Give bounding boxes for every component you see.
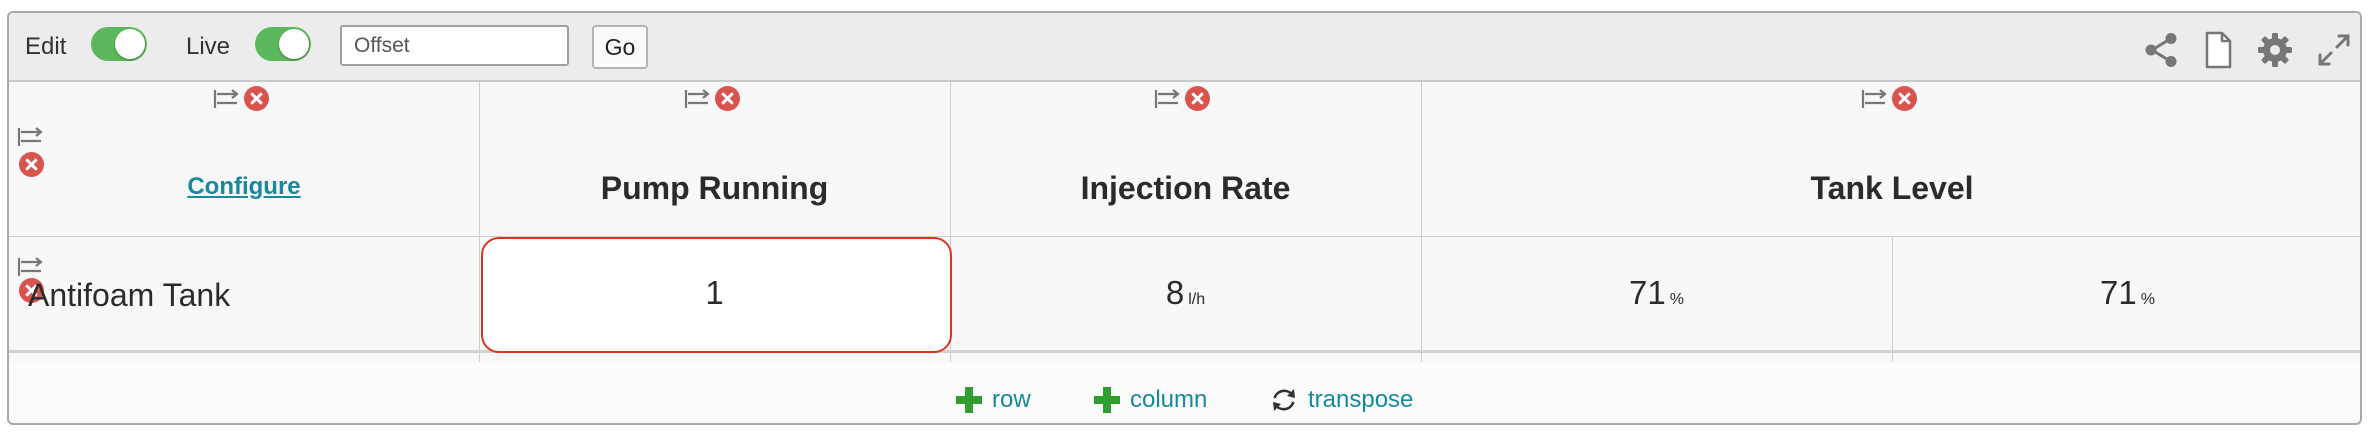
cell-unit: % bbox=[1669, 291, 1684, 308]
remove-column-icon[interactable] bbox=[1892, 86, 1917, 111]
column-header-tank-level: Tank Level bbox=[1810, 170, 1974, 206]
live-label: Live bbox=[186, 33, 231, 60]
remove-column-icon[interactable] bbox=[244, 86, 269, 111]
edit-label: Edit bbox=[25, 33, 67, 60]
expand-icon[interactable] bbox=[2315, 31, 2353, 69]
swap-arrows-icon[interactable] bbox=[684, 88, 712, 110]
go-button[interactable]: Go bbox=[592, 25, 648, 69]
offset-input[interactable] bbox=[340, 25, 569, 66]
row-label-antifoam-tank: Antifoam Tank bbox=[28, 277, 231, 313]
plus-icon bbox=[1094, 387, 1120, 413]
column-header-pump-running: Pump Running bbox=[600, 170, 829, 206]
cell-value: 8 bbox=[1165, 274, 1185, 311]
refresh-icon bbox=[1273, 389, 1295, 411]
share-icon[interactable] bbox=[2142, 31, 2180, 69]
cell-unit: % bbox=[2140, 291, 2155, 308]
document-icon[interactable] bbox=[2199, 31, 2237, 69]
add-column-button[interactable]: column bbox=[1094, 386, 1207, 414]
corner-column-controls bbox=[213, 86, 269, 111]
remove-column-icon[interactable] bbox=[715, 86, 740, 111]
column-header-injection-rate: Injection Rate bbox=[1080, 170, 1291, 206]
column-controls bbox=[684, 86, 740, 111]
cell-value: 71 bbox=[2100, 274, 2137, 311]
live-toggle[interactable] bbox=[255, 27, 311, 61]
configure-link[interactable]: Configure bbox=[9, 173, 479, 201]
header-row-controls bbox=[17, 126, 45, 177]
grid-divider bbox=[479, 82, 480, 362]
edit-toggle[interactable] bbox=[91, 27, 147, 61]
remove-column-icon[interactable] bbox=[1185, 86, 1210, 111]
grid-divider bbox=[9, 236, 2360, 237]
swap-arrows-icon[interactable] bbox=[213, 88, 241, 110]
data-grid: Configure Pump Running Injection Rate Ta… bbox=[9, 82, 2360, 362]
cell-value-injection-rate[interactable]: 8 l/h bbox=[950, 274, 1421, 312]
cell-value-tank-level-2[interactable]: 71% bbox=[1892, 274, 2360, 312]
transpose-button[interactable]: transpose bbox=[1270, 386, 1413, 414]
transpose-label: transpose bbox=[1308, 386, 1414, 413]
swap-arrows-icon[interactable] bbox=[17, 256, 45, 278]
plus-icon bbox=[956, 387, 982, 413]
table-actions: row column transpose bbox=[9, 362, 2360, 423]
toolbar: Edit Live Go bbox=[9, 13, 2360, 82]
column-controls bbox=[1154, 86, 1210, 111]
cell-value-tank-level[interactable]: 71% bbox=[1421, 274, 1892, 312]
add-row-label: row bbox=[992, 386, 1031, 413]
edit-toggle-knob bbox=[115, 29, 145, 59]
grid-divider bbox=[9, 350, 2360, 353]
column-controls bbox=[1861, 86, 1917, 111]
add-column-label: column bbox=[1130, 386, 1208, 413]
table-widget: Edit Live Go bbox=[7, 11, 2362, 425]
cell-value: 1 bbox=[705, 274, 724, 311]
cell-unit: l/h bbox=[1188, 291, 1206, 308]
cell-value: 71 bbox=[1629, 274, 1666, 311]
cell-value-pump-running[interactable]: 1 bbox=[479, 274, 950, 312]
swap-arrows-icon[interactable] bbox=[17, 126, 45, 148]
gear-icon[interactable] bbox=[2256, 31, 2294, 69]
add-row-button[interactable]: row bbox=[956, 386, 1031, 414]
grid-divider bbox=[1421, 82, 1422, 362]
swap-arrows-icon[interactable] bbox=[1861, 88, 1889, 110]
live-toggle-knob bbox=[279, 29, 309, 59]
swap-arrows-icon[interactable] bbox=[1154, 88, 1182, 110]
